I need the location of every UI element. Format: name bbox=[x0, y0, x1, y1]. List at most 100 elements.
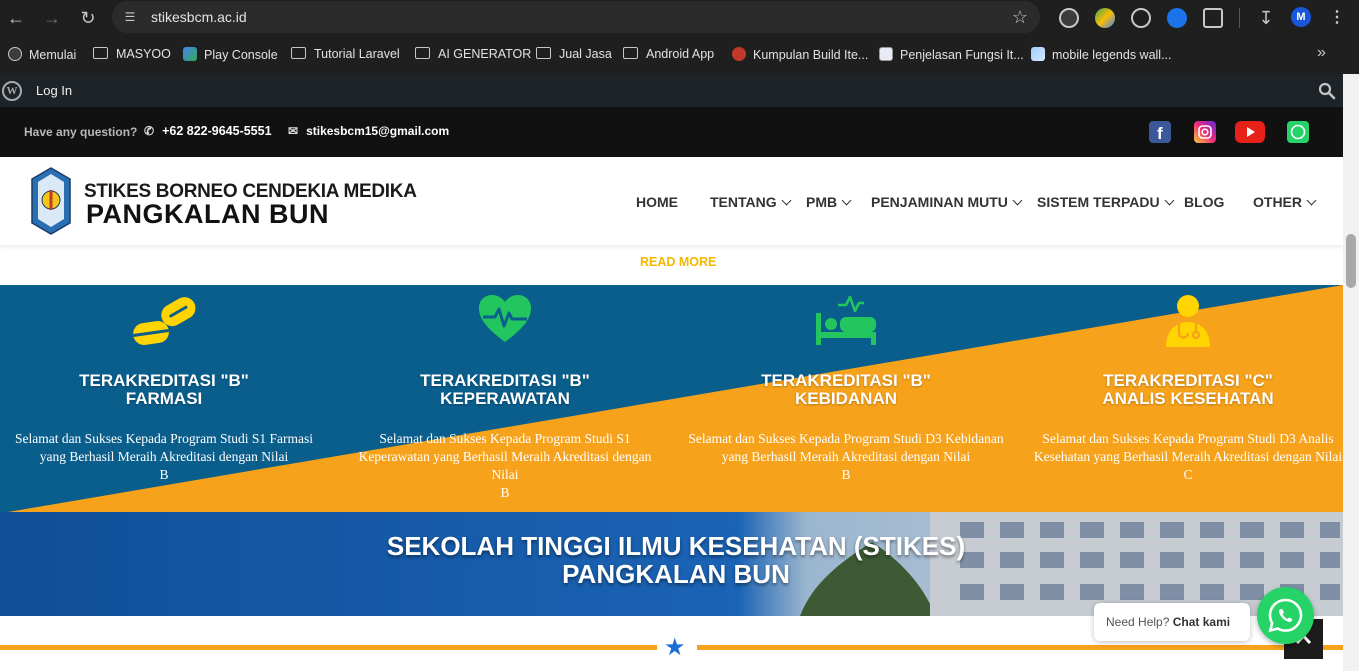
nav-label: OTHER bbox=[1253, 194, 1302, 210]
chat-action: Chat kami bbox=[1172, 615, 1231, 629]
instagram-icon[interactable] bbox=[1194, 121, 1216, 143]
chevron-down-icon bbox=[781, 195, 792, 206]
contact-topbar: Have any question? ✆ +62 822-9645-5551 ✉ s… bbox=[0, 107, 1343, 157]
chat-prefix: Need Help? bbox=[1106, 615, 1170, 629]
bookmark-label: Android App bbox=[646, 47, 715, 61]
feature-title: TERAKREDITASI "B" KEBIDANAN bbox=[761, 371, 931, 408]
phone-number: +62 822-9645-5551 bbox=[162, 124, 272, 138]
nav-label: TENTANG bbox=[710, 194, 777, 210]
feature-description: Selamat dan Sukses Kepada Program Studi … bbox=[14, 431, 314, 482]
extension-globe-icon[interactable] bbox=[1131, 8, 1151, 28]
nav-label: PMB bbox=[806, 194, 838, 210]
chevron-down-icon bbox=[1164, 195, 1175, 206]
feature-description: Selamat dan Sukses Kepada Program Studi … bbox=[358, 431, 652, 500]
web-page: Have any question? ✆ +62 822-9645-5551 ✉ s… bbox=[0, 107, 1343, 671]
nav-blog[interactable]: BLOG bbox=[1184, 194, 1224, 210]
svg-text:f: f bbox=[1157, 124, 1163, 143]
read-more-link[interactable]: READ MORE bbox=[640, 255, 716, 269]
bookmark-masyoo[interactable]: MASYOO bbox=[93, 47, 171, 63]
feature-farmasi: TERAKREDITASI "B" FARMASI Selamat dan Suk… bbox=[0, 285, 334, 512]
download-icon[interactable]: ↧ bbox=[1254, 6, 1278, 30]
chevron-down-icon bbox=[1306, 195, 1317, 206]
site-favicon bbox=[732, 47, 746, 61]
email-link[interactable]: ✉ stikesbcm15@gmail.com bbox=[288, 124, 449, 138]
browser-menu-icon[interactable]: ⋮ bbox=[1329, 7, 1345, 27]
feature-title: TERAKREDITASI "B" FARMASI bbox=[79, 371, 249, 408]
folder-icon bbox=[623, 47, 638, 59]
whatsapp-chat-button[interactable] bbox=[1257, 587, 1314, 644]
bookmark-ai-generator[interactable]: AI GENERATOR bbox=[415, 47, 531, 63]
youtube-icon[interactable] bbox=[1235, 121, 1265, 143]
bookmarks-overflow-icon[interactable]: » bbox=[1317, 44, 1326, 62]
chevron-down-icon bbox=[1012, 195, 1023, 206]
reload-icon[interactable]: ↻ bbox=[76, 6, 100, 30]
grade-value: C bbox=[1183, 467, 1193, 482]
back-icon[interactable]: ← bbox=[4, 6, 28, 30]
feature-keperawatan: TERAKREDITASI "B" KEPERAWATAN Selamat dan… bbox=[335, 285, 675, 512]
scrollbar-thumb[interactable] bbox=[1346, 234, 1356, 288]
bookmark-memulai[interactable]: Memulai bbox=[8, 47, 76, 63]
nav-other[interactable]: OTHER bbox=[1253, 194, 1317, 210]
feature-kebidanan: TERAKREDITASI "B" KEBIDANAN Selamat dan S… bbox=[676, 285, 1016, 512]
search-icon[interactable] bbox=[1318, 82, 1336, 100]
nav-penjaminan-mutu[interactable]: PENJAMINAN MUTU bbox=[871, 194, 1023, 210]
bookmark-label: Memulai bbox=[29, 48, 77, 62]
site-info-icon[interactable]: ☰ bbox=[122, 9, 138, 25]
whatsapp-social-icon[interactable] bbox=[1287, 121, 1309, 143]
extension-blue-icon[interactable] bbox=[1167, 8, 1187, 28]
bookmark-label: mobile legends wall... bbox=[1052, 48, 1172, 62]
bookmark-play-console[interactable]: Play Console bbox=[183, 47, 278, 63]
chat-prompt[interactable]: Need Help? Chat kami bbox=[1094, 603, 1250, 641]
bookmark-kumpulan-build[interactable]: Kumpulan Build Ite... bbox=[732, 47, 868, 63]
page-scrollbar[interactable] bbox=[1343, 74, 1359, 671]
toolbar-divider bbox=[1239, 8, 1240, 28]
bookmark-android-app[interactable]: Android App bbox=[623, 47, 714, 63]
phone-icon: ✆ bbox=[144, 124, 155, 138]
chevron-down-icon bbox=[841, 195, 852, 206]
extension-gauge-icon[interactable] bbox=[1059, 8, 1079, 28]
bookmark-label: Tutorial Laravel bbox=[314, 47, 400, 61]
bookmark-jual-jasa[interactable]: Jual Jasa bbox=[536, 47, 612, 63]
forward-icon[interactable]: → bbox=[40, 6, 64, 30]
question-text: Have any question? bbox=[24, 125, 138, 139]
profile-avatar[interactable]: M bbox=[1291, 7, 1311, 27]
bookmark-label: Jual Jasa bbox=[559, 47, 612, 61]
extensions-puzzle-icon[interactable] bbox=[1203, 8, 1223, 28]
bookmark-star-icon[interactable]: ☆ bbox=[1012, 7, 1028, 28]
grade-value: B bbox=[159, 467, 169, 482]
wordpress-logo-icon[interactable]: W bbox=[2, 81, 22, 101]
facebook-icon[interactable]: f bbox=[1149, 121, 1171, 143]
nav-tentang[interactable]: TENTANG bbox=[710, 194, 792, 210]
phone-link[interactable]: ✆ +62 822-9645-5551 bbox=[144, 124, 272, 138]
heartbeat-icon bbox=[479, 295, 531, 342]
stikes-logo-emblem[interactable] bbox=[31, 167, 71, 235]
brand-location: PANGKALAN BUN bbox=[86, 199, 329, 229]
bookmark-label: Play Console bbox=[204, 48, 278, 62]
bookmark-label: MASYOO bbox=[116, 47, 171, 61]
bookmark-tutorial-laravel[interactable]: Tutorial Laravel bbox=[291, 47, 400, 63]
bookmark-penjelasan-fungsi[interactable]: Penjelasan Fungsi It... bbox=[879, 47, 1024, 63]
email-address: stikesbcm15@gmail.com bbox=[306, 124, 450, 138]
folder-icon bbox=[93, 47, 108, 59]
image-favicon bbox=[1031, 47, 1045, 61]
site-header: STIKES BORNEO CENDEKIA MEDIKA PANGKALAN … bbox=[0, 157, 1343, 245]
bookmark-mobile-legends[interactable]: mobile legends wall... bbox=[1031, 47, 1172, 63]
bookmark-label: Penjelasan Fungsi It... bbox=[900, 48, 1024, 62]
star-icon: ★ bbox=[664, 634, 686, 661]
address-bar[interactable]: ☰ stikesbcm.ac.id ☆ bbox=[112, 1, 1040, 33]
folder-icon bbox=[536, 47, 551, 59]
login-link[interactable]: Log In bbox=[36, 83, 72, 98]
nav-home[interactable]: HOME bbox=[636, 194, 678, 210]
bookmark-label: Kumpulan Build Ite... bbox=[753, 48, 869, 62]
nav-sistem-terpadu[interactable]: SISTEM TERPADU bbox=[1037, 194, 1175, 210]
envelope-icon: ✉ bbox=[288, 124, 299, 138]
folder-icon bbox=[415, 47, 430, 59]
feature-title: TERAKREDITASI "C" ANALIS KESEHATAN bbox=[1102, 371, 1274, 408]
nav-label: PENJAMINAN MUTU bbox=[871, 194, 1008, 210]
extension-colorful-icon[interactable] bbox=[1095, 8, 1115, 28]
play-console-icon bbox=[183, 47, 197, 61]
divider-line-right bbox=[697, 645, 1343, 650]
nav-label: BLOG bbox=[1184, 194, 1225, 210]
site-favicon bbox=[879, 47, 893, 61]
nav-pmb[interactable]: PMB bbox=[806, 194, 852, 210]
